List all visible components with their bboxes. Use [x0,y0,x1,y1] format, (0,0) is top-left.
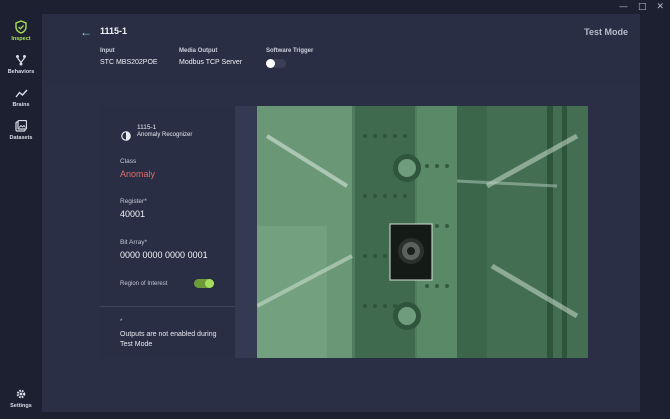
branch-icon [14,53,28,67]
window-controls: — □ ✕ [619,2,664,12]
note-asterisk: * [120,319,123,325]
close-icon[interactable]: ✕ [656,2,664,12]
inspection-card: 1115-1 Anomaly Recognizer Class Anomaly … [100,106,588,358]
sidebar: Inspect Behaviors Brains Datasets Settin… [0,0,42,419]
input-value: STC MBS202POE [100,59,158,66]
page-title: 1115-1 [100,26,128,36]
main-content: 1115-1 Anomaly Recognizer Class Anomaly … [42,86,640,412]
software-trigger-toggle[interactable] [266,59,286,68]
sidebar-item-brains[interactable]: Brains [0,86,42,108]
camera-feed-image [257,106,588,358]
toggle-knob [205,279,214,288]
sidebar-item-label: Brains [12,102,30,108]
mode-indicator: Test Mode [584,27,628,37]
recognizer-icon [121,128,131,141]
media-output-value: Modbus TCP Server [179,59,243,66]
component-type: Anomaly Recognizer [137,132,193,138]
bit-array-value: 0000 0000 0000 0001 [120,250,208,260]
class-value: Anomaly [120,169,156,179]
software-trigger-field: Software Trigger [266,48,313,68]
maximize-icon[interactable]: □ [638,2,647,12]
sidebar-item-label: Datasets [9,135,33,141]
divider [100,306,235,307]
sidebar-item-label: Settings [10,403,32,409]
input-field: Input STC MBS202POE [100,48,158,66]
output-panel: 1115-1 Anomaly Recognizer Class Anomaly … [100,106,235,358]
sidebar-item-behaviors[interactable]: Behaviors [0,53,42,75]
inspection-image [257,106,588,358]
header: ← 1115-1 Test Mode Input STC MBS202POE M… [42,14,640,86]
component-name: 1115-1 [137,124,157,131]
toggle-knob [266,59,275,68]
footer [42,412,640,419]
sidebar-item-settings[interactable]: Settings [0,387,42,409]
sidebar-item-datasets[interactable]: Datasets [0,119,42,141]
sidebar-item-inspect[interactable]: Inspect [0,20,42,42]
register-value: 40001 [120,209,146,219]
media-output-label: Media Output [179,48,218,54]
shield-check-icon [14,20,28,34]
gear-icon [14,387,28,401]
back-arrow-icon[interactable]: ← [80,25,92,39]
line-chart-icon [14,86,28,100]
test-mode-note: Outputs are not enabled during Test Mode [120,331,217,348]
software-trigger-label: Software Trigger [266,48,314,54]
bit-array-label: Bit Array* [120,239,148,246]
sidebar-item-label: Inspect [11,36,31,42]
input-label: Input [100,48,115,54]
roi-toggle[interactable] [194,279,214,288]
image-stack-icon [14,119,28,133]
class-label: Class [120,158,137,165]
media-output-field: Media Output Modbus TCP Server [179,48,242,66]
minimize-icon[interactable]: — [619,2,628,12]
sidebar-item-label: Behaviors [7,69,35,75]
roi-label: Region of Interest [120,281,168,287]
register-label: Register* [120,198,147,205]
